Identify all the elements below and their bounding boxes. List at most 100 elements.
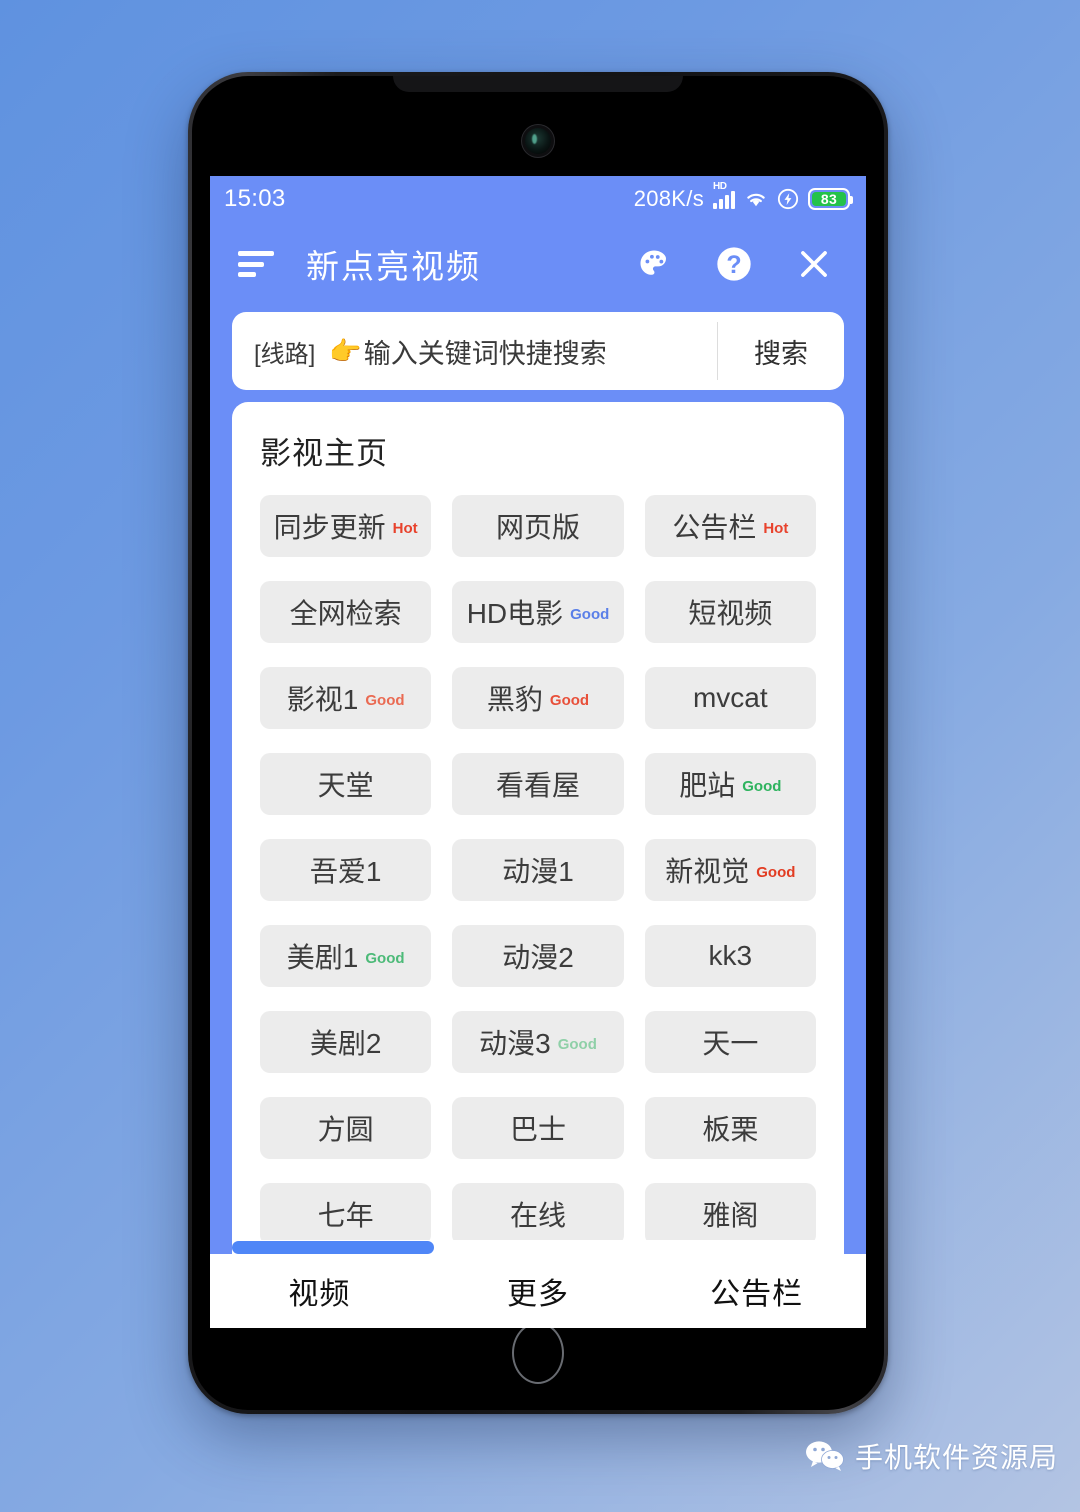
phone-notch — [393, 76, 683, 92]
site-tile-badge: Good — [365, 691, 405, 709]
site-tile-badge: Good — [742, 777, 782, 795]
site-tile[interactable]: kk3 — [644, 925, 816, 987]
route-label: [线路] — [254, 340, 316, 368]
horizontal-scrollbar-thumb[interactable] — [232, 1241, 434, 1254]
site-tile[interactable]: 动漫3 Good — [452, 1011, 624, 1073]
help-question-icon[interactable]: ? — [712, 242, 756, 286]
site-tile-label: 动漫1 — [502, 856, 574, 887]
search-button[interactable]: 搜索 — [718, 312, 844, 390]
search-box: [线路] 👉 输入关键词快捷搜索 搜索 — [232, 312, 844, 390]
site-tile-label: 同步更新 — [273, 512, 386, 543]
home-card: 影视主页 同步更新 Hot 网页版 公告栏 Hot 全网检索 HD电影 Good 短视频影视1 G… — [232, 402, 844, 1240]
site-tile-label: 新视觉 — [665, 856, 750, 887]
site-tile[interactable]: 黑豹 Good — [452, 667, 624, 729]
site-tile[interactable]: 天堂 — [260, 753, 432, 815]
nav-item-0[interactable]: 视频 — [210, 1269, 429, 1313]
site-tile-grid: 同步更新 Hot 网页版 公告栏 Hot 全网检索 HD电影 Good 短视频 影视1 Good 黑豹… — [260, 495, 816, 1240]
site-tile-label: 公告栏 — [672, 512, 757, 543]
site-tile-label: 全网检索 — [289, 598, 402, 629]
site-tile-label: 看看屋 — [495, 770, 580, 801]
status-indicators: 208K/s HD 83 — [633, 181, 853, 212]
network-speed-label: 208K/s — [633, 186, 704, 211]
site-tile-badge: Good — [557, 1035, 597, 1053]
site-tile[interactable]: 吾爱1 — [260, 839, 432, 901]
site-tile-label: 动漫2 — [502, 942, 574, 973]
site-tile[interactable]: 动漫2 — [452, 925, 624, 987]
site-tile[interactable]: 七年 — [260, 1183, 432, 1240]
card-title: 影视主页 — [260, 436, 388, 471]
site-tile[interactable]: mvcat — [644, 667, 816, 729]
site-tile[interactable]: 动漫1 — [452, 839, 624, 901]
site-tile[interactable]: 美剧1 Good — [260, 925, 432, 987]
home-button[interactable] — [512, 1322, 564, 1384]
site-tile[interactable]: 影视1 Good — [260, 667, 432, 729]
battery-level: 83 — [820, 191, 838, 207]
site-tile-badge: Good — [365, 949, 405, 967]
site-tile[interactable]: 新视觉 Good — [644, 839, 816, 901]
site-tile-badge: Good — [756, 863, 796, 881]
site-tile-badge: Hot — [392, 519, 418, 537]
wechat-icon — [805, 1441, 844, 1471]
search-row: [线路] 👉 输入关键词快捷搜索 搜索 — [210, 306, 866, 402]
site-tile-label: HD电影 — [466, 598, 564, 629]
watermark: 手机软件资源局 — [805, 1436, 1058, 1476]
site-tile-label: 天一 — [702, 1028, 759, 1059]
site-tile[interactable]: 巴士 — [452, 1097, 624, 1159]
site-tile-label: 影视1 — [286, 684, 359, 715]
site-tile-label: kk3 — [708, 940, 753, 971]
page-title: 新点亮视频 — [306, 248, 481, 285]
status-time: 15:03 — [224, 185, 286, 212]
watermark-text: 手机软件资源局 — [854, 1442, 1058, 1473]
site-tile[interactable]: 肥站 Good — [644, 753, 816, 815]
site-tile-label: 肥站 — [679, 770, 736, 801]
status-bar: 15:03 208K/s HD 83 — [210, 176, 866, 222]
site-tile[interactable]: 网页版 — [452, 495, 624, 557]
site-tile-label: 动漫3 — [479, 1028, 551, 1059]
hd-label: HD — [713, 181, 727, 192]
horizontal-scrollbar-track[interactable] — [232, 1240, 844, 1254]
charging-bolt-icon — [777, 188, 799, 210]
site-tile[interactable]: 看看屋 — [452, 753, 624, 815]
svg-text:?: ? — [726, 251, 741, 279]
hamburger-menu-icon[interactable] — [238, 251, 274, 277]
site-tile[interactable]: 全网检索 — [260, 581, 432, 643]
site-tile-label: 七年 — [317, 1200, 374, 1231]
site-tile-label: 方圆 — [317, 1114, 374, 1145]
nav-item-1[interactable]: 更多 — [429, 1269, 648, 1313]
site-tile[interactable]: 在线 — [452, 1183, 624, 1240]
site-tile-label: 吾爱1 — [309, 856, 382, 887]
site-tile-label: mvcat — [692, 682, 768, 713]
content-area: 影视主页 同步更新 Hot 网页版 公告栏 Hot 全网检索 HD电影 Good 短视频影视1 G… — [210, 402, 866, 1254]
site-tile[interactable]: HD电影 Good — [452, 581, 624, 643]
site-tile[interactable]: 雅阁 — [644, 1183, 816, 1240]
front-camera-icon — [525, 128, 551, 154]
site-tile[interactable]: 天一 — [644, 1011, 816, 1073]
site-tile[interactable]: 公告栏 Hot — [644, 495, 816, 557]
site-tile-label: 美剧1 — [286, 942, 359, 973]
pointing-hand-icon: 👉 — [329, 335, 362, 366]
site-tile-badge: Hot — [763, 519, 789, 537]
nav-item-2[interactable]: 公告栏 — [647, 1269, 866, 1313]
signal-icon: HD — [713, 181, 735, 209]
site-tile[interactable]: 短视频 — [644, 581, 816, 643]
palette-icon[interactable] — [632, 242, 676, 286]
app-header: 新点亮视频 ? — [210, 222, 866, 306]
search-placeholder: 👉 输入关键词快捷搜索 — [329, 332, 606, 371]
site-tile-label: 雅阁 — [702, 1200, 759, 1231]
site-tile[interactable]: 同步更新 Hot — [260, 495, 432, 557]
phone-bezel: 15:03 208K/s HD 83 新点亮视频 ? [线路] 👉 输入关键词快… — [192, 76, 884, 1410]
site-tile[interactable]: 方圆 — [260, 1097, 432, 1159]
phone-device-frame: 15:03 208K/s HD 83 新点亮视频 ? [线路] 👉 输入关键词快… — [188, 72, 888, 1414]
site-tile-label: 美剧2 — [309, 1028, 382, 1059]
site-tile-label: 在线 — [509, 1200, 566, 1231]
site-tile[interactable]: 板栗 — [644, 1097, 816, 1159]
search-input[interactable]: [线路] 👉 输入关键词快捷搜索 — [232, 312, 717, 390]
site-tile-badge: Good — [570, 605, 610, 623]
wifi-icon — [747, 193, 765, 207]
site-tile-badge: Good — [549, 691, 590, 709]
site-tile-label: 短视频 — [688, 598, 773, 629]
site-tile[interactable]: 美剧2 — [260, 1011, 432, 1073]
search-placeholder-text: 输入关键词快捷搜索 — [363, 338, 607, 369]
close-x-icon[interactable] — [792, 242, 836, 286]
site-tile-label: 板栗 — [702, 1114, 759, 1145]
